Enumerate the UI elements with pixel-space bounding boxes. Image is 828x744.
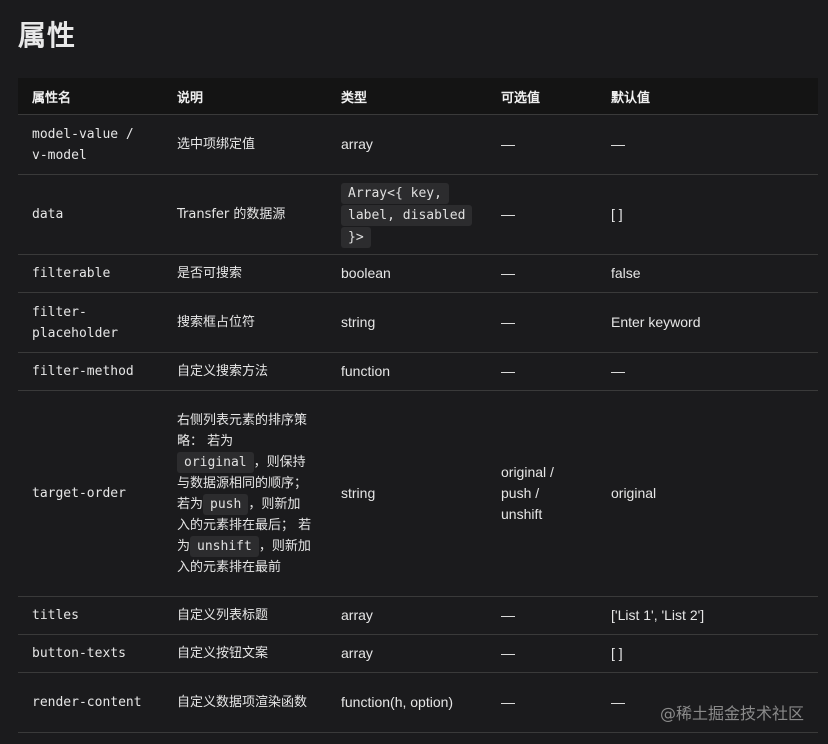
- attr-options: —: [487, 114, 597, 175]
- attr-description: 选中项绑定值: [163, 114, 327, 175]
- attr-name: target-order: [18, 390, 163, 597]
- attr-default: [ ]: [597, 174, 818, 255]
- desc-text: 右侧列表元素的排序策略： 若为: [177, 412, 308, 449]
- header-description: 说明: [163, 78, 327, 115]
- attr-type: string: [327, 292, 487, 353]
- attr-description: 自定义按钮文案: [163, 634, 327, 673]
- attr-options: —: [487, 672, 597, 733]
- attr-default: Enter keyword: [597, 292, 818, 353]
- attr-type: string: [327, 390, 487, 597]
- attr-description: Transfer 的数据源: [163, 174, 327, 255]
- attr-default: original: [597, 390, 818, 597]
- attr-options: —: [487, 254, 597, 293]
- attr-options: —: [487, 634, 597, 673]
- attr-options: —: [487, 352, 597, 391]
- attr-type: boolean: [327, 254, 487, 293]
- attr-description: 是否可搜索: [163, 254, 327, 293]
- table-row: model-value / v-model 选中项绑定值 array — —: [18, 114, 818, 175]
- attr-name: titles: [18, 596, 163, 635]
- attr-name: filter-method: [18, 352, 163, 391]
- attr-description: 自定义数据项渲染函数: [163, 672, 327, 733]
- attr-description: 右侧列表元素的排序策略： 若为original ，则保持与数据源相同的顺序； 若为…: [163, 390, 327, 597]
- header-type: 类型: [327, 78, 487, 115]
- attr-type: array: [327, 596, 487, 635]
- attr-name: render-content: [18, 672, 163, 733]
- attr-default: —: [597, 352, 818, 391]
- inline-code: push: [203, 493, 249, 515]
- attr-name: model-value / v-model: [18, 114, 163, 175]
- attr-description: 搜索框占位符: [163, 292, 327, 353]
- attr-default: false: [597, 254, 818, 293]
- attr-type: Array<{ key, label, disabled }>: [327, 174, 487, 255]
- attr-default: —: [597, 114, 818, 175]
- attr-type: function: [327, 352, 487, 391]
- attr-description: 自定义搜索方法: [163, 352, 327, 391]
- table-row: titles 自定义列表标题 array — ['List 1', 'List …: [18, 596, 818, 635]
- attr-name: filterable: [18, 254, 163, 293]
- attr-name: button-texts: [18, 634, 163, 673]
- header-options: 可选值: [487, 78, 597, 115]
- attr-name: filter-placeholder: [18, 292, 163, 353]
- attr-default: [ ]: [597, 634, 818, 673]
- attr-type: array: [327, 114, 487, 175]
- attr-description: 自定义列表标题: [163, 596, 327, 635]
- attr-options: original / push / unshift: [487, 390, 597, 597]
- attr-type: function(h, option): [327, 672, 487, 733]
- attributes-table: 属性名 说明 类型 可选值 默认值 model-value / v-model …: [18, 78, 818, 733]
- page-title: 属性: [18, 19, 77, 52]
- attr-options: —: [487, 596, 597, 635]
- attr-name: data: [18, 174, 163, 255]
- table-row: data Transfer 的数据源 Array<{ key, label, d…: [18, 174, 818, 255]
- watermark: @稀土掘金技术社区: [659, 704, 804, 723]
- table-row: target-order 右侧列表元素的排序策略： 若为original ，则保持…: [18, 390, 818, 597]
- table-row: filterable 是否可搜索 boolean — false: [18, 254, 818, 293]
- attr-type: array: [327, 634, 487, 673]
- table-row: filter-placeholder 搜索框占位符 string — Enter…: [18, 292, 818, 353]
- header-name: 属性名: [18, 78, 163, 115]
- table-row: button-texts 自定义按钮文案 array — [ ]: [18, 634, 818, 673]
- table-row: filter-method 自定义搜索方法 function — —: [18, 352, 818, 391]
- attr-default: ['List 1', 'List 2']: [597, 596, 818, 635]
- inline-code: Array<{ key, label, disabled }>: [341, 182, 473, 248]
- table-header-row: 属性名 说明 类型 可选值 默认值: [18, 78, 818, 115]
- attr-options: —: [487, 292, 597, 353]
- header-default: 默认值: [597, 78, 818, 115]
- inline-code: unshift: [190, 535, 259, 557]
- attr-options: —: [487, 174, 597, 255]
- inline-code: original: [177, 451, 254, 473]
